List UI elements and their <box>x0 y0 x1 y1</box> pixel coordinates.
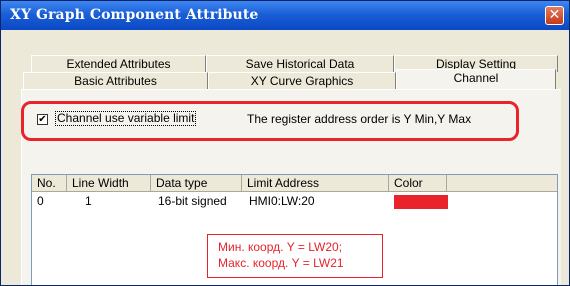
close-button[interactable]: ✕ <box>545 6 564 25</box>
channel-list[interactable]: No. Line Width Data type Limit Address C… <box>31 174 558 285</box>
annotation-box: Мин. коорд. Y = LW20; Макс. коорд. Y = L… <box>207 234 383 278</box>
cell-limit-address: HMI0:LW:20 <box>249 194 315 208</box>
column-header-line-width[interactable]: Line Width <box>67 175 151 192</box>
window-title: XY Graph Component Attribute <box>10 7 259 23</box>
tab-extended-attributes[interactable]: Extended Attributes <box>31 55 206 72</box>
column-header-color[interactable]: Color <box>389 175 447 192</box>
cell-color-swatch <box>394 195 448 209</box>
highlight-outline <box>21 101 519 141</box>
tab-label: Save Historical Data <box>245 57 355 71</box>
tab-channel[interactable]: Channel <box>396 69 556 89</box>
tab-label: Basic Attributes <box>74 74 157 88</box>
cell-data-type: 16-bit signed <box>158 194 227 208</box>
cell-no: 0 <box>37 194 44 208</box>
tab-basic-attributes[interactable]: Basic Attributes <box>23 72 208 89</box>
column-header-data-type[interactable]: Data type <box>151 175 242 192</box>
column-header-limit-address[interactable]: Limit Address <box>242 175 389 192</box>
column-header-filler <box>447 175 557 192</box>
column-header-no[interactable]: No. <box>32 175 67 192</box>
tab-label: Channel <box>453 71 499 85</box>
title-bar[interactable]: XY Graph Component Attribute ✕ <box>1 1 569 30</box>
tab-save-historical-data[interactable]: Save Historical Data <box>206 55 394 72</box>
tab-label: XY Curve Graphics <box>250 74 354 88</box>
annotation-line-1: Мин. коорд. Y = LW20; <box>218 240 343 254</box>
dialog-window: XY Graph Component Attribute ✕ Extended … <box>0 0 570 286</box>
tab-xy-curve-graphics[interactable]: XY Curve Graphics <box>208 72 396 89</box>
tab-label: Extended Attributes <box>66 57 171 71</box>
annotation-line-2: Макс. коорд. Y = LW21 <box>218 256 344 270</box>
cell-line-width: 1 <box>85 194 92 208</box>
close-icon: ✕ <box>548 7 561 23</box>
